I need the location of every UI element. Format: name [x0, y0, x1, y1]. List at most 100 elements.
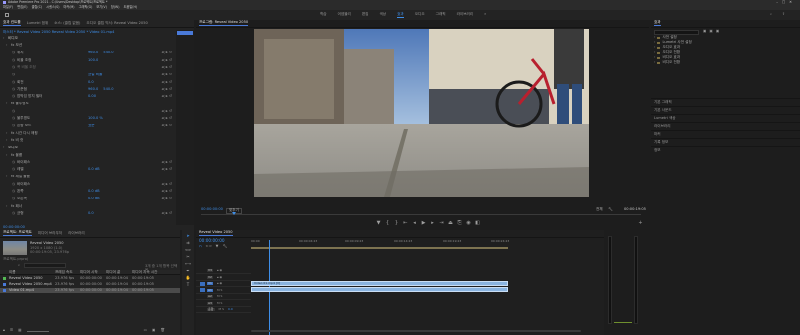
playhead-marker[interactable]	[232, 212, 236, 215]
track-header[interactable]: 혼합 M S 0.0	[196, 307, 251, 313]
effect-value[interactable]: 960.0	[88, 87, 98, 92]
effect-row[interactable]: › fx 비 컷	[0, 138, 176, 143]
project-list-item[interactable]: Reveal Video 2050 23.976 fps 00:00:00:00 00…	[0, 276, 180, 281]
menu-window[interactable]: 창(W)	[111, 5, 120, 9]
tab-effects[interactable]: 효과	[654, 21, 661, 26]
effect-value[interactable]: 0.00	[88, 94, 96, 99]
selection-tool-icon[interactable]: ➤	[185, 234, 191, 238]
project-list-item[interactable]: Video 01.mp4 23.976 fps 00:00:00:00 00:00:1…	[0, 288, 180, 293]
comparison-view-icon[interactable]: ◧	[475, 221, 480, 226]
effects-folder[interactable]: › 비디오 전환	[654, 61, 692, 65]
clip-video[interactable]: Video 01.mp4 [V]	[251, 281, 508, 286]
track-header[interactable]: V3 🔒︎ ◉	[196, 268, 251, 274]
lift-icon[interactable]: ⏏	[448, 221, 453, 226]
track-label[interactable]: V3	[207, 269, 213, 272]
hand-tool-icon[interactable]: ✋	[185, 276, 191, 280]
workspace-assembly[interactable]: 어셈블리	[338, 12, 351, 18]
workspace-libraries[interactable]: 라이브러리	[457, 12, 474, 18]
effect-value[interactable]: 540.0	[103, 87, 113, 92]
lock-icon[interactable]: 🔒︎	[3, 329, 5, 333]
mix-value[interactable]: 0.0	[228, 308, 233, 311]
menu-help[interactable]: 도움말(H)	[123, 5, 137, 9]
effect-row[interactable]: ◷ 깜박임 방지 필터 0.00 ◂◇▸ ↺	[0, 94, 176, 99]
tab-effect-controls[interactable]: 효과 컨트롤	[3, 21, 21, 26]
label-color-swatch[interactable]	[3, 289, 6, 292]
snap-icon[interactable]: ∩	[199, 244, 202, 249]
icon-view-icon[interactable]: ▦	[18, 329, 21, 333]
effect-row[interactable]: › fx 채널 볼륨	[0, 175, 176, 180]
effect-value[interactable]: 표준	[88, 124, 95, 128]
label-color-swatch[interactable]	[3, 283, 6, 286]
panel-section-header[interactable]: 기록 정보	[651, 138, 800, 146]
project-search-icon[interactable]: ⌕	[18, 263, 20, 268]
source-patch[interactable]	[200, 295, 205, 299]
timeline-scroll-thumb[interactable]	[251, 330, 581, 332]
workspace-more-icon[interactable]: »	[484, 12, 486, 18]
keyframe-nav-icon[interactable]: ◂◇▸ ↺	[161, 73, 172, 77]
effect-row[interactable]: ◷ ◂◇▸ ↺	[0, 109, 176, 114]
col-duration[interactable]: 미디어 지속 시간	[132, 270, 157, 275]
menu-file[interactable]: 파일(F)	[3, 5, 13, 9]
source-patch[interactable]	[200, 288, 205, 292]
effect-row[interactable]: ◷ 비율 조정 100.0 ◂◇▸ ↺	[0, 58, 176, 63]
effect-value[interactable]: 0.0 dB	[88, 189, 100, 194]
effect-value[interactable]: 100.0	[88, 58, 98, 63]
quality-dropdown[interactable]: 전체	[596, 207, 603, 212]
go-to-out-icon[interactable]: ⇥	[439, 221, 444, 226]
effect-row[interactable]: ◷ 바이패스 ◂◇▸ ↺	[0, 160, 176, 165]
keyframe-nav-icon[interactable]: ◂◇▸ ↺	[161, 211, 172, 216]
workspace-audio[interactable]: 오디오	[415, 12, 425, 18]
menu-edit[interactable]: 편집(E)	[17, 5, 27, 9]
source-patch[interactable]	[200, 269, 205, 273]
tab-media-browser[interactable]: 미디어 브라우저	[38, 231, 62, 236]
effect-value[interactable]: 540.0	[103, 51, 113, 55]
mute-icon[interactable]: M S	[217, 301, 222, 305]
track-label[interactable]: A1	[207, 288, 213, 292]
program-timecode[interactable]: 00:00:00:00	[201, 207, 223, 212]
keyframe-nav-icon[interactable]: ◂◇▸ ↺	[161, 182, 172, 187]
track-select-tool-icon[interactable]: ⇉	[185, 241, 191, 245]
keyframe-nav-icon[interactable]: ◂◇▸ ↺	[161, 189, 172, 194]
source-patch[interactable]	[200, 275, 205, 279]
keyframe-nav-icon[interactable]: ◂◇▸ ↺	[161, 124, 172, 128]
timeline-scrollbar[interactable]	[251, 330, 601, 333]
source-patch[interactable]	[200, 281, 205, 286]
work-area-bar[interactable]	[251, 247, 508, 249]
panel-section-header[interactable]: 라이브러리	[651, 122, 800, 130]
menu-graphics[interactable]: 그래픽(G)	[79, 5, 93, 9]
tab-program[interactable]: 프로그램: Reveal Video 2050	[199, 21, 249, 26]
step-forward-icon[interactable]: ▸	[430, 221, 435, 226]
panel-section-header[interactable]: 정보	[651, 146, 800, 154]
tab-sequence[interactable]: Reveal Video 2050	[199, 231, 233, 236]
eye-icon[interactable]: 🔒︎ ◉	[217, 275, 222, 279]
slip-tool-icon[interactable]: ⟷	[185, 262, 191, 266]
go-to-in-icon[interactable]: ⇤	[403, 221, 408, 226]
settings-icon[interactable]: 🔧︎	[608, 207, 613, 212]
effect-value[interactable]: 0.0 dB	[88, 167, 100, 172]
effect-row[interactable]: ◷ 오른쪽 0.0 dB ◂◇▸ ↺	[0, 197, 176, 202]
window-controls[interactable]: –□✕	[776, 0, 796, 4]
track-label[interactable]: V2	[207, 275, 213, 279]
list-view-icon[interactable]: ☰	[10, 329, 13, 333]
menu-sequence[interactable]: 시퀀스(S)	[46, 5, 59, 9]
effect-row[interactable]: ◷ 기준점 960.0 540.0 ◂◇▸ ↺	[0, 87, 176, 92]
menu-marker[interactable]: 마커(M)	[63, 5, 74, 9]
tab-project[interactable]: 프로젝트: 프로젝트	[3, 231, 32, 236]
col-end[interactable]: 미디어 끝	[106, 270, 120, 275]
keyframe-nav-icon[interactable]: ◂◇▸ ↺	[161, 197, 172, 201]
workspace-effects[interactable]: 효과	[397, 12, 404, 18]
track-label[interactable]: 혼합	[207, 308, 215, 311]
effect-row[interactable]: › fx 시간 다시 매핑	[0, 131, 176, 136]
linked-selection-icon[interactable]: ⊂⊃	[206, 244, 212, 249]
track-label[interactable]: A2	[207, 295, 213, 298]
track-label[interactable]: A3	[207, 301, 213, 305]
accelerated-effects-icon[interactable]: ▣	[703, 29, 706, 34]
project-list-item[interactable]: Reveal Video 2050.mp4 23.976 fps 00:00:00:…	[0, 282, 180, 287]
workspace-graphics[interactable]: 그래픽	[436, 12, 446, 18]
button-editor-icon[interactable]: +	[638, 221, 643, 226]
effect-row[interactable]: ◷ 바이패스 ◂◇▸ ↺	[0, 182, 176, 187]
yuv-effects-icon[interactable]: ▣	[716, 29, 719, 34]
pen-tool-icon[interactable]: ✒	[185, 269, 191, 273]
clip-header-label[interactable]: 마스터 * Reveal Video 2050 Reveal Video 205…	[3, 30, 114, 35]
expand-icon[interactable]: ›	[654, 61, 655, 65]
